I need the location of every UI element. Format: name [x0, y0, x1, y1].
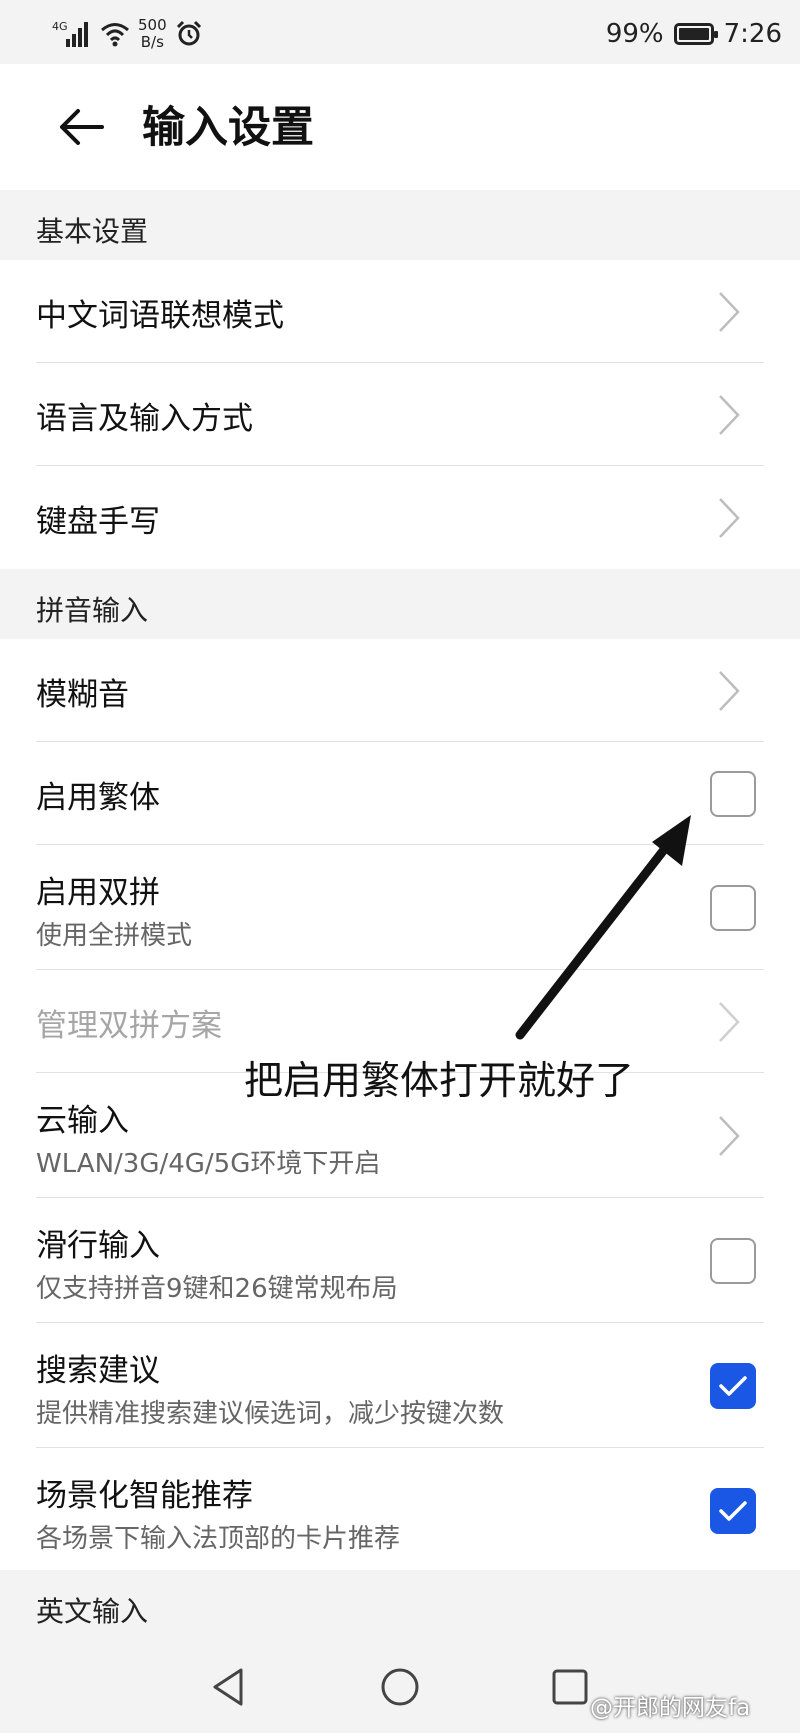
- chevron-right-icon: [719, 498, 740, 538]
- status-bar: 4G 500 B/s 99% 7:26: [0, 0, 800, 64]
- app-bar: 输入设置: [0, 64, 800, 190]
- chevron-right-icon: [719, 1002, 740, 1042]
- swipe-input-checkbox[interactable]: [710, 1238, 756, 1284]
- section-header-pinyin: 拼音输入: [0, 569, 800, 639]
- clock: 7:26: [723, 19, 782, 49]
- scene-recommendation-checkbox[interactable]: [710, 1488, 756, 1534]
- alarm-icon: [176, 20, 201, 46]
- back-arrow-icon: [60, 109, 104, 145]
- status-right: 99% 7:26: [606, 16, 782, 52]
- chevron-right-icon: [719, 1116, 740, 1156]
- chevron-right-icon: [719, 395, 740, 435]
- chevron-right-icon: [719, 671, 740, 711]
- nav-home-icon[interactable]: [375, 1662, 425, 1712]
- setting-row-scene-recommendation[interactable]: 场景化智能推荐 各场景下输入法顶部的卡片推荐: [36, 1448, 764, 1573]
- svg-text:4G: 4G: [52, 20, 68, 33]
- annotation-arrow: [515, 815, 691, 1040]
- checkmark-icon: [719, 1501, 747, 1521]
- traditional-chinese-checkbox[interactable]: [710, 771, 756, 817]
- page-title: 输入设置: [142, 103, 314, 153]
- watermark: @开郎的网友fa: [590, 1695, 751, 1721]
- annotation-text: 把启用繁体打开就好了: [244, 1059, 635, 1104]
- section-header-basic: 基本设置: [0, 190, 800, 260]
- setting-row-word-association[interactable]: 中文词语联想模式: [36, 260, 764, 363]
- battery-percent: 99%: [605, 19, 664, 49]
- chevron-right-icon: [719, 292, 740, 332]
- nav-back-icon[interactable]: [205, 1662, 255, 1712]
- setting-row-language-input[interactable]: 语言及输入方式: [36, 363, 764, 466]
- search-suggestions-checkbox[interactable]: [710, 1363, 756, 1409]
- setting-row-search-suggestions[interactable]: 搜索建议 提供精准搜索建议候选词，减少按键次数: [36, 1323, 764, 1448]
- signal-icon: 4G: [52, 20, 88, 47]
- setting-row-keyboard-handwriting[interactable]: 键盘手写: [36, 466, 764, 569]
- back-button[interactable]: [48, 94, 114, 160]
- pinyin-settings-group: 模糊音 启用繁体 启用双拼 使用全拼模式 管理双拼方案 云输入 WLAN/3G/…: [0, 639, 800, 1573]
- setting-row-swipe-input[interactable]: 滑行输入 仅支持拼音9键和26键常规布局: [36, 1198, 764, 1323]
- network-speed: 500 B/s: [138, 16, 167, 51]
- battery-icon: [673, 23, 718, 45]
- basic-settings-group: 中文词语联想模式 语言及输入方式 键盘手写: [0, 260, 800, 569]
- checkmark-icon: [719, 1376, 747, 1396]
- wifi-icon: [101, 23, 129, 47]
- nav-recents-icon[interactable]: [545, 1662, 595, 1712]
- double-pinyin-checkbox[interactable]: [710, 885, 756, 931]
- status-left: 4G 500 B/s: [52, 16, 203, 52]
- section-header-english: 英文输入: [0, 1570, 800, 1640]
- setting-row-fuzzy-sound[interactable]: 模糊音: [36, 639, 764, 742]
